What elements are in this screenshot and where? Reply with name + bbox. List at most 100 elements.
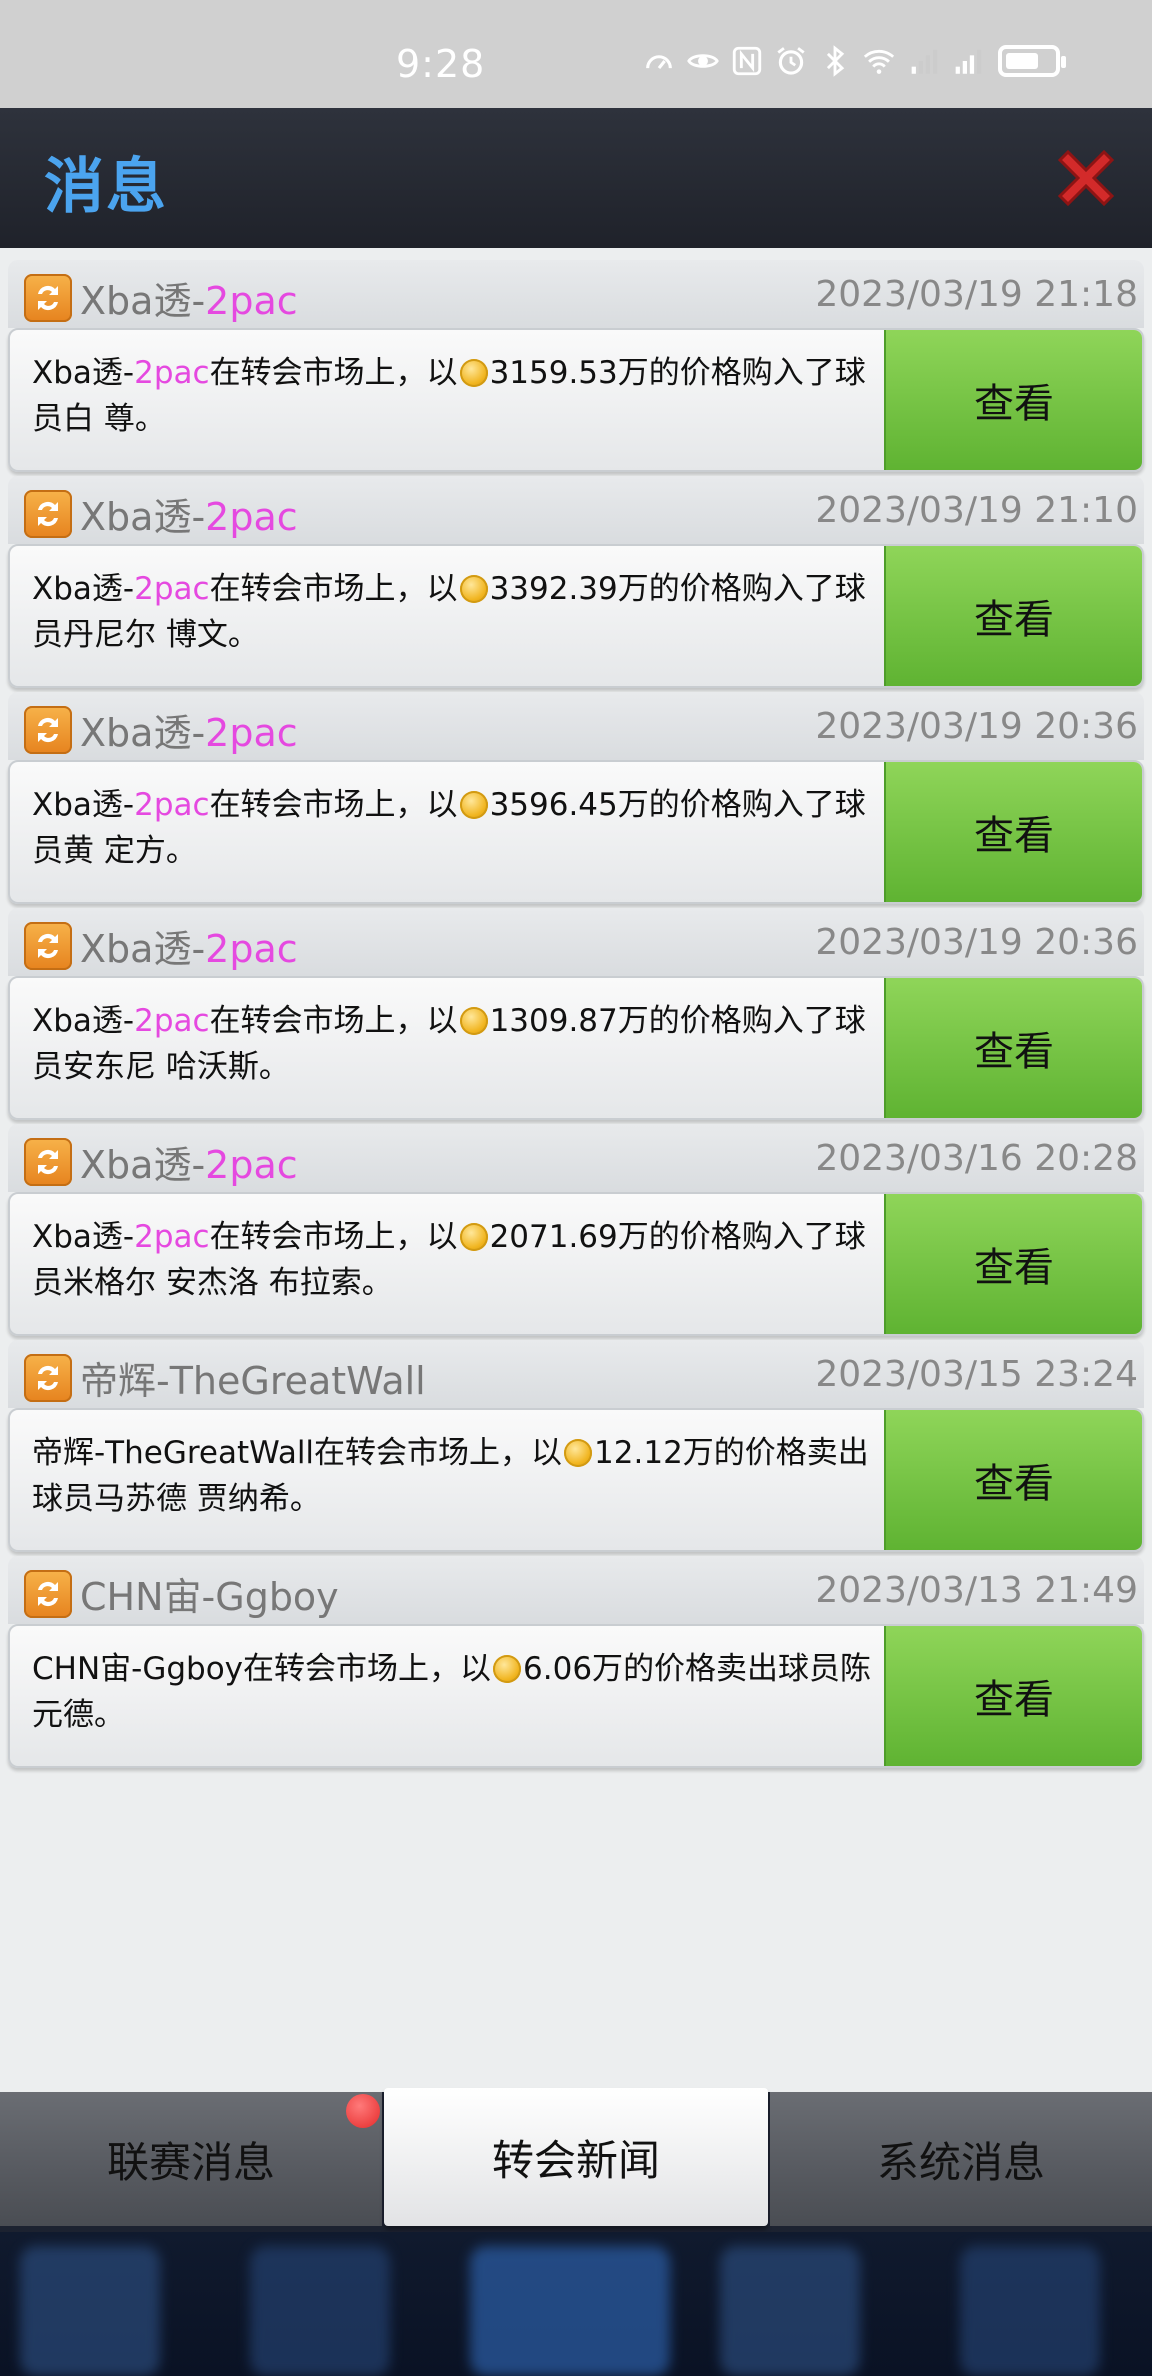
message-text: Xba透-2pac在转会市场上，以 2071.69万的价格购入了球员米格尔 安杰洛… [32, 1214, 892, 1306]
coin-icon [459, 1007, 488, 1035]
message-date: 2023/03/19 20:36 [815, 706, 1138, 747]
close-icon [1057, 149, 1115, 207]
sender-name: Xba透- [80, 1143, 206, 1187]
body-text: 在转会市场上，以 [209, 1003, 458, 1039]
sender-highlight: 2pac [205, 495, 298, 539]
body-club: CHN宙-Ggboy [32, 1651, 244, 1687]
background-icon [720, 2246, 860, 2376]
alarm-icon [777, 47, 805, 75]
transfer-amount: 3392.39万 [489, 571, 649, 607]
body-club-highlight: 2pac [134, 787, 210, 823]
message-sender: Xba透-2pac [80, 702, 298, 757]
close-button[interactable] [1050, 142, 1122, 214]
wifi-icon [863, 49, 895, 74]
tab-league-messages[interactable]: 联赛消息 [0, 2092, 382, 2226]
body-club-highlight: 2pac [134, 571, 210, 607]
app-header: 消息 [0, 108, 1152, 248]
tab-bar: 联赛消息 转会新闻 系统消息 [0, 2088, 1152, 2232]
background-icon [250, 2246, 390, 2376]
body-text: 在转会市场上，以 [209, 1219, 458, 1255]
body-club: Xba透- [32, 1219, 135, 1255]
body-club: Xba透- [32, 787, 135, 823]
sender-name: 帝辉-TheGreatWall [80, 1359, 426, 1403]
transfer-icon [24, 1570, 72, 1618]
message-body: Xba透-2pac在转会市场上，以 1309.87万的价格购入了球员安东尼 哈沃斯… [8, 976, 1144, 1120]
transfer-icon [24, 922, 72, 970]
message-header: Xba透-2pac 2023/03/19 21:18 [8, 260, 1144, 328]
message-date: 2023/03/16 20:28 [815, 1138, 1138, 1179]
view-button[interactable]: 查看 [884, 1626, 1142, 1766]
background-icon [20, 2246, 160, 2376]
body-club-highlight: 2pac [134, 1219, 210, 1255]
message-text: Xba透-2pac在转会市场上，以 3596.45万的价格购入了球员黄 定方。 [32, 782, 892, 874]
message-item: Xba透-2pac 2023/03/19 20:36 Xba透-2pac在转会市… [8, 908, 1144, 1120]
sender-highlight: 2pac [205, 711, 298, 755]
body-club: Xba透- [32, 571, 135, 607]
message-body: Xba透-2pac在转会市场上，以 2071.69万的价格购入了球员米格尔 安杰洛… [8, 1192, 1144, 1336]
message-date: 2023/03/15 23:24 [815, 1354, 1138, 1395]
transfer-icon [24, 1354, 72, 1402]
body-club-highlight: 2pac [134, 1003, 210, 1039]
view-button[interactable]: 查看 [884, 762, 1142, 902]
message-body: Xba透-2pac在转会市场上，以 3596.45万的价格购入了球员黄 定方。 查… [8, 760, 1144, 904]
signal-4g-icon [955, 49, 982, 74]
transfer-amount: 2071.69万 [489, 1219, 649, 1255]
body-text: 在转会市场上，以 [209, 355, 458, 391]
message-header: 帝辉-TheGreatWall 2023/03/15 23:24 [8, 1340, 1144, 1408]
view-button[interactable]: 查看 [884, 1410, 1142, 1550]
transfer-amount: 1309.87万 [489, 1003, 649, 1039]
transfer-amount: 12.12万 [594, 1435, 714, 1471]
speedometer-icon [646, 55, 672, 70]
message-body: CHN宙-Ggboy在转会市场上，以 6.06万的价格卖出球员陈 元德。 查看 [8, 1624, 1144, 1768]
message-text: Xba透-2pac在转会市场上，以 3159.53万的价格购入了球员白 尊。 [32, 350, 892, 442]
message-body: Xba透-2pac在转会市场上，以 3159.53万的价格购入了球员白 尊。 查看 [8, 328, 1144, 472]
message-body: Xba透-2pac在转会市场上，以 3392.39万的价格购入了球员丹尼尔 博文。… [8, 544, 1144, 688]
message-sender: Xba透-2pac [80, 1134, 298, 1189]
background-icon [960, 2246, 1100, 2376]
sender-name: CHN宙-Ggboy [80, 1575, 339, 1619]
message-text: Xba透-2pac在转会市场上，以 3392.39万的价格购入了球员丹尼尔 博文。 [32, 566, 892, 658]
body-club: Xba透- [32, 1003, 135, 1039]
sender-highlight: 2pac [205, 927, 298, 971]
message-item: CHN宙-Ggboy 2023/03/13 21:49 CHN宙-Ggboy在转… [8, 1556, 1144, 1768]
body-text: 在转会市场上，以 [209, 571, 458, 607]
message-header: CHN宙-Ggboy 2023/03/13 21:49 [8, 1556, 1144, 1624]
message-date: 2023/03/19 21:10 [815, 490, 1138, 531]
message-item: Xba透-2pac 2023/03/19 21:10 Xba透-2pac在转会市… [8, 476, 1144, 688]
body-club: 帝辉-TheGreatWall [32, 1435, 315, 1471]
notification-badge [346, 2094, 380, 2128]
message-list: Xba透-2pac 2023/03/19 21:18 Xba透-2pac在转会市… [0, 248, 1152, 2092]
message-sender: CHN宙-Ggboy [80, 1566, 339, 1621]
view-button[interactable]: 查看 [884, 330, 1142, 470]
background-icon [470, 2246, 670, 2376]
message-header: Xba透-2pac 2023/03/19 20:36 [8, 692, 1144, 760]
body-club: Xba透- [32, 355, 135, 391]
body-text: 在转会市场上，以 [243, 1651, 492, 1687]
message-item: Xba透-2pac 2023/03/19 20:36 Xba透-2pac在转会市… [8, 692, 1144, 904]
view-button[interactable]: 查看 [884, 978, 1142, 1118]
message-date: 2023/03/19 20:36 [815, 922, 1138, 963]
tab-transfer-news[interactable]: 转会新闻 [384, 2088, 768, 2226]
message-date: 2023/03/13 21:49 [815, 1570, 1138, 1611]
coin-icon [459, 575, 488, 603]
view-button[interactable]: 查看 [884, 1194, 1142, 1334]
coin-icon [564, 1439, 593, 1467]
view-button[interactable]: 查看 [884, 546, 1142, 686]
coin-icon [459, 791, 488, 819]
message-body: 帝辉-TheGreatWall在转会市场上，以 12.12万的价格卖出球员马苏德 … [8, 1408, 1144, 1552]
message-item: Xba透-2pac 2023/03/19 21:18 Xba透-2pac在转会市… [8, 260, 1144, 472]
transfer-icon [24, 706, 72, 754]
sender-highlight: 2pac [205, 1143, 298, 1187]
message-date: 2023/03/19 21:18 [815, 274, 1138, 315]
coin-icon [459, 1223, 488, 1251]
transfer-amount: 3596.45万 [489, 787, 649, 823]
transfer-amount: 3159.53万 [489, 355, 649, 391]
tab-system-messages[interactable]: 系统消息 [770, 2092, 1152, 2226]
message-item: 帝辉-TheGreatWall 2023/03/15 23:24 帝辉-TheG… [8, 1340, 1144, 1552]
sender-name: Xba透- [80, 711, 206, 755]
coin-icon [459, 359, 488, 387]
transfer-amount: 6.06万 [523, 1651, 624, 1687]
message-header: Xba透-2pac 2023/03/19 21:10 [8, 476, 1144, 544]
sender-name: Xba透- [80, 495, 206, 539]
body-text: 在转会市场上，以 [314, 1435, 563, 1471]
